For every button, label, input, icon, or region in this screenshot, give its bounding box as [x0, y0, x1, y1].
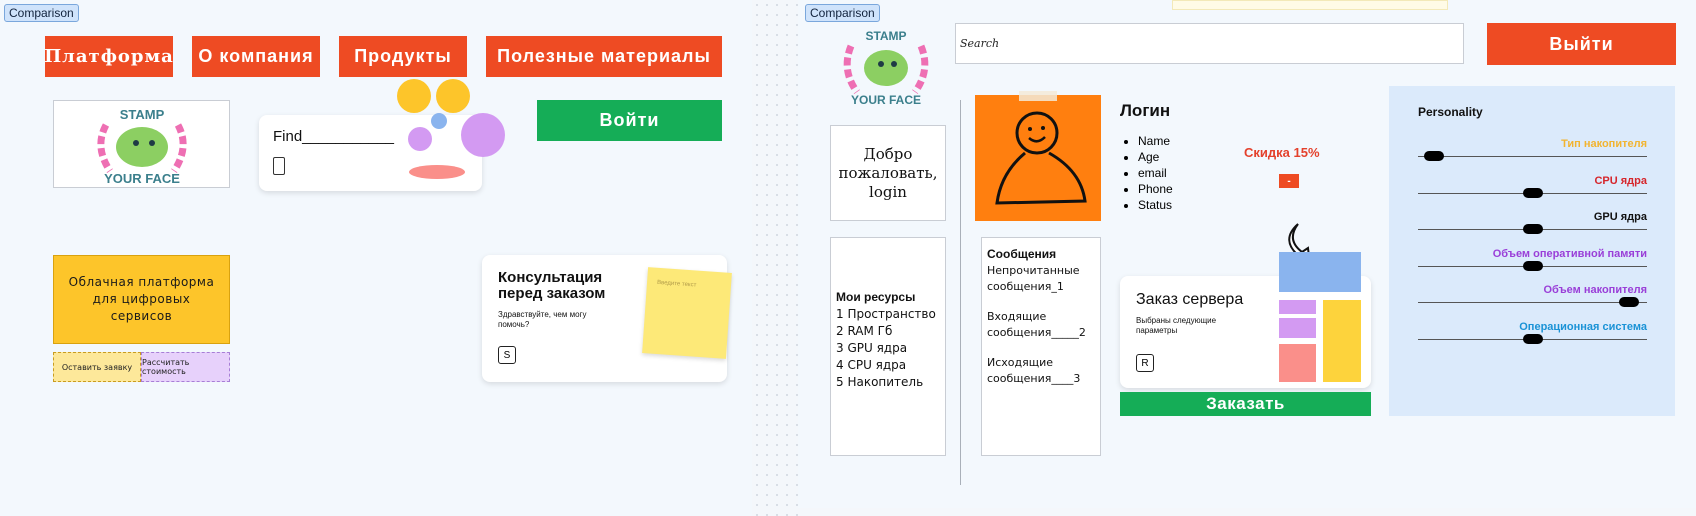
order-badge: R	[1136, 354, 1154, 372]
purple-circle	[408, 127, 432, 151]
slider-label: GPU ядра	[1593, 211, 1647, 223]
messages-box: Сообщения Непрочитанные сообщения_1 Вход…	[981, 237, 1101, 456]
nav-about-button[interactable]: О компания	[192, 36, 320, 77]
slider-track[interactable]	[1418, 302, 1647, 303]
person-icon	[995, 111, 1087, 205]
purple-block	[1279, 318, 1316, 338]
find-input-box[interactable]	[273, 157, 285, 175]
nav-materials-button[interactable]: Полезные материалы	[486, 36, 722, 77]
search-input[interactable]: Search	[955, 23, 1464, 64]
order-button[interactable]: Заказать	[1120, 392, 1371, 416]
slider-knob[interactable]	[1522, 224, 1543, 234]
login-button[interactable]: Войти	[537, 100, 722, 141]
messages-title: Сообщения	[987, 247, 1057, 261]
right-logo: STAMP YOUR FACE	[843, 26, 929, 108]
resource-item: 5 Накопитель	[836, 375, 924, 389]
canvas-gutter	[752, 0, 798, 516]
slider-label: Операционная система	[1519, 320, 1647, 333]
consultation-badge: S	[498, 346, 516, 364]
blue-block	[1279, 252, 1361, 292]
calculate-button[interactable]: Рассчитать стоимость	[141, 352, 230, 382]
resource-item: 4 CPU ядра	[836, 358, 907, 372]
message-item-unread[interactable]: Непрочитанные сообщения_1	[987, 263, 1095, 295]
apply-button[interactable]: Оставить заявку	[53, 352, 141, 382]
yellow-circle	[397, 79, 431, 113]
slider-label: CPU ядра	[1594, 174, 1647, 187]
nav-products-button[interactable]: Продукты	[339, 36, 467, 77]
slider-knob[interactable]	[1522, 260, 1543, 271]
message-item-inbox[interactable]: Входящие сообщения_____2	[987, 309, 1095, 341]
personality-title: Personality	[1418, 105, 1483, 119]
resources-box: Мои ресурсы 1 Пространство 2 RAM Гб 3 GP…	[830, 237, 946, 456]
welcome-box: Добро пожаловать, login	[830, 125, 946, 221]
slider-knob[interactable]	[1522, 333, 1543, 344]
left-comparison-tag: Comparison	[4, 4, 79, 22]
order-subtitle: Выбраны следующие параметры	[1136, 316, 1217, 335]
pink-block	[1279, 344, 1316, 382]
slider-label: Объем накопителя	[1543, 284, 1647, 296]
slider-knob[interactable]	[1522, 187, 1543, 198]
discount-label: Скидка 15%	[1244, 145, 1320, 160]
consultation-subtitle: Здравствуйте, чем могу помочь?	[498, 310, 587, 329]
sticky-note-text: Введите текст	[656, 279, 697, 289]
discount-button[interactable]: -	[1279, 174, 1299, 188]
find-label: Find___________	[273, 128, 394, 145]
find-card: Find___________	[259, 115, 482, 191]
order-title: Заказ сервера	[1136, 291, 1244, 308]
resource-item: 2 RAM Гб	[836, 324, 893, 338]
logo-text-top: STAMP	[120, 107, 165, 122]
slider-knob[interactable]	[1618, 297, 1639, 307]
vertical-divider	[960, 100, 961, 485]
consultation-title: Консультация перед заказом	[498, 269, 606, 302]
yellow-block	[1323, 300, 1361, 382]
profile-field-phone: Phone	[1138, 181, 1173, 197]
slider-label: Объем оперативной памяти	[1492, 247, 1647, 260]
stamp-logo: STAMP YOUR FACE	[843, 29, 929, 107]
purple-circle	[461, 113, 505, 157]
cloud-platform-text: Облачная платформа для цифровых сервисов	[68, 275, 215, 323]
stamp-logo: STAMP YOUR FACE	[97, 107, 187, 186]
pink-ellipse	[409, 165, 465, 179]
slider-knob[interactable]	[1424, 151, 1445, 161]
logo-text-bottom: YOUR FACE	[851, 93, 921, 107]
logout-button[interactable]: Выйти	[1487, 23, 1676, 65]
slider-label: Тип накопителя	[1561, 138, 1647, 150]
avatar	[975, 91, 1101, 221]
resources-title: Мои ресурсы	[836, 290, 916, 304]
profile-field-age: Age	[1138, 149, 1173, 165]
resource-item: 1 Пространство	[836, 307, 936, 321]
resource-item: 3 GPU ядра	[836, 341, 908, 355]
profile-field-email: email	[1138, 165, 1173, 181]
login-title: Логин	[1120, 101, 1171, 120]
profile-field-status: Status	[1138, 197, 1173, 213]
cloud-platform-panel: Облачная платформа для цифровых сервисов	[53, 255, 230, 344]
purple-block	[1279, 300, 1316, 314]
profile-field-name: Name	[1138, 133, 1173, 149]
slider-track[interactable]	[1418, 156, 1647, 157]
blue-circle	[431, 113, 447, 129]
personality-sliders: Тип накопителя CPU ядра GPU ядра Объем опер…	[1418, 138, 1647, 378]
left-logo-box: STAMP YOUR FACE	[53, 100, 230, 188]
personality-panel: Personality Тип накопителя CPU ядра GPU яд…	[1389, 86, 1675, 416]
logo-text-top: STAMP	[865, 29, 906, 43]
profile-fields-list: Name Age email Phone Status	[1120, 133, 1173, 213]
sticky-note[interactable]: Введите текст	[642, 267, 732, 359]
top-strip	[1172, 0, 1448, 10]
message-item-outbox[interactable]: Исходящие сообщения____3	[987, 355, 1095, 387]
welcome-text: Добро пожаловать, login	[838, 144, 938, 201]
search-input-value: Search	[960, 37, 1000, 50]
nav-platform-button[interactable]: Платформа	[44, 36, 173, 77]
yellow-circle	[436, 79, 470, 113]
logo-text-bottom: YOUR FACE	[104, 171, 180, 186]
right-comparison-tag: Comparison	[805, 4, 880, 22]
